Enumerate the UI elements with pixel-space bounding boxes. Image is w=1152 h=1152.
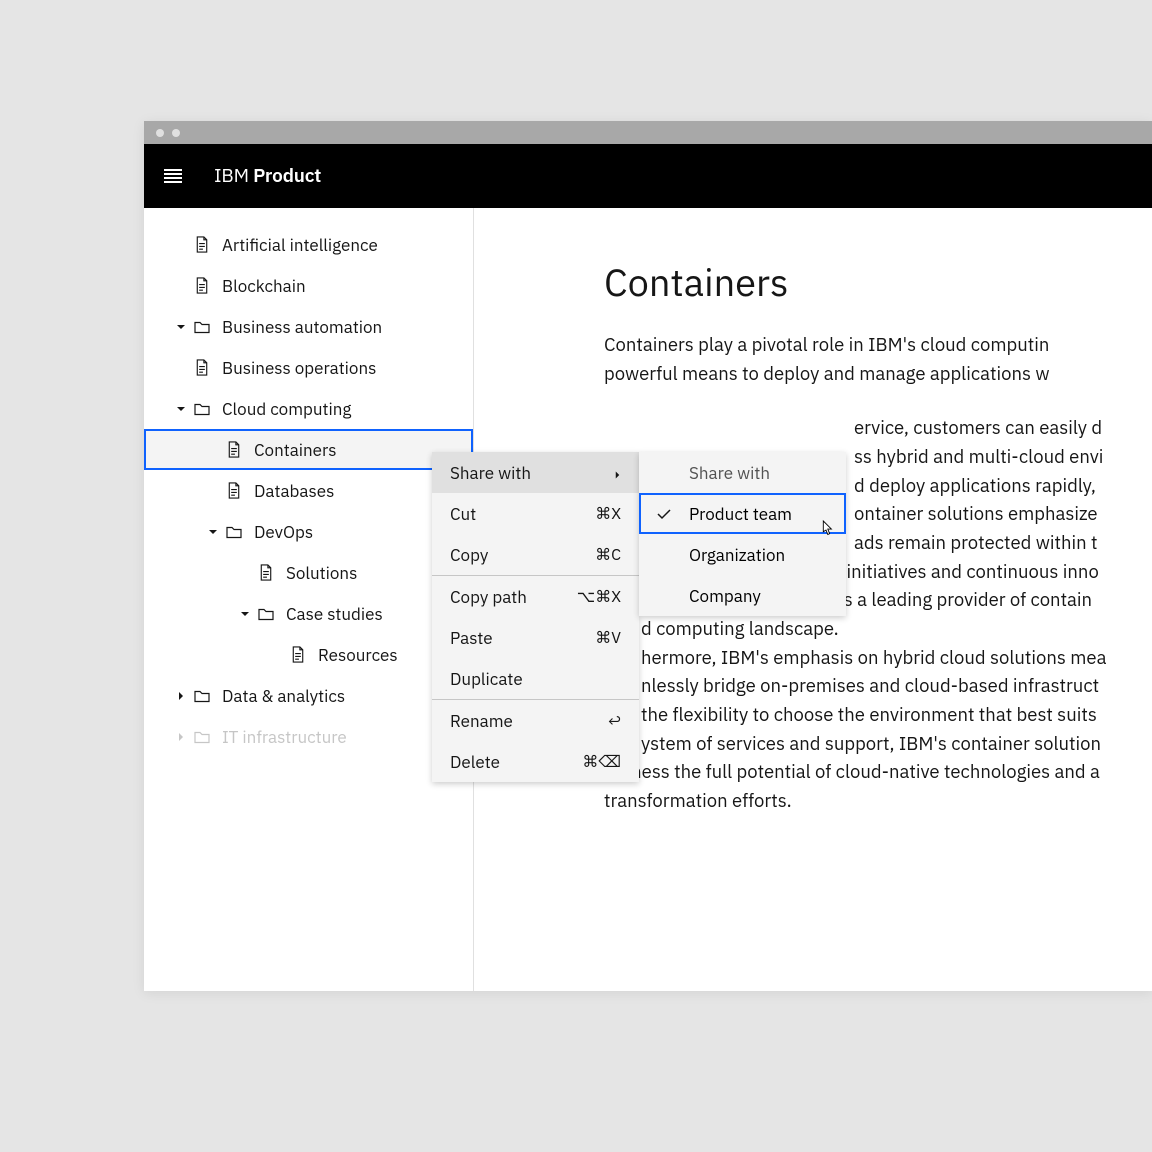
- traffic-light-close[interactable]: [156, 129, 164, 137]
- tree-item-label: DevOps: [254, 521, 313, 543]
- tree-item-label: Blockchain: [222, 275, 306, 297]
- expand-chevron-icon[interactable]: [170, 692, 192, 700]
- expand-chevron-icon[interactable]: [170, 733, 192, 741]
- keyboard-shortcut: ⌘⌫: [582, 752, 621, 772]
- file-icon: [256, 564, 276, 581]
- tree-item-label: Resources: [318, 644, 398, 666]
- submenu-item-label: Organization: [689, 544, 785, 566]
- tree-item-label: Containers: [254, 439, 337, 461]
- file-icon: [224, 482, 244, 499]
- file-icon: [224, 441, 244, 458]
- expand-chevron-icon[interactable]: [170, 405, 192, 413]
- tree-item-cloud-computing[interactable]: Cloud computing: [144, 388, 473, 429]
- file-icon: [192, 236, 212, 253]
- submenu-arrow-icon: [614, 462, 621, 484]
- menu-item-label: Copy path: [450, 586, 527, 608]
- tree-item-label: Case studies: [286, 603, 383, 625]
- body-paragraph: Containers play a pivotal role in IBM's …: [604, 331, 1152, 388]
- menu-item-share-with[interactable]: Share with: [432, 452, 639, 493]
- menu-item-label: Delete: [450, 751, 500, 773]
- menu-item-copy[interactable]: Copy ⌘C: [432, 534, 639, 575]
- app-header: IBM Product: [144, 144, 1152, 208]
- tree-item-containers[interactable]: Containers: [144, 429, 473, 470]
- folder-icon: [256, 605, 276, 622]
- submenu-item-company[interactable]: Company: [639, 575, 846, 616]
- traffic-light-minimize[interactable]: [172, 129, 180, 137]
- tree-item-label: Data & analytics: [222, 685, 345, 707]
- menu-item-label: Paste: [450, 627, 493, 649]
- tree-item-label: IT infrastructure: [222, 726, 347, 748]
- expand-chevron-icon[interactable]: [234, 610, 256, 618]
- page-title: Containers: [604, 258, 1152, 307]
- tree-item-case-studies[interactable]: Case studies: [144, 593, 473, 634]
- keyboard-shortcut: ⌘V: [595, 628, 621, 648]
- folder-icon: [192, 400, 212, 417]
- tree-item-label: Business automation: [222, 316, 382, 338]
- folder-icon: [192, 728, 212, 745]
- file-icon: [192, 277, 212, 294]
- keyboard-shortcut: ↩: [608, 711, 621, 731]
- tree-item-it-infrastructure[interactable]: IT infrastructure: [144, 716, 473, 757]
- menu-item-label: Rename: [450, 710, 513, 732]
- tree-item-label: Business operations: [222, 357, 376, 379]
- folder-icon: [224, 523, 244, 540]
- submenu-item-organization[interactable]: Organization: [639, 534, 846, 575]
- tree-item-label: Solutions: [286, 562, 357, 584]
- menu-item-label: Duplicate: [450, 668, 523, 690]
- hamburger-icon[interactable]: [164, 169, 182, 183]
- menu-item-rename[interactable]: Rename ↩: [432, 700, 639, 741]
- window-titlebar: [144, 121, 1152, 144]
- tree-item-artificial-intelligence[interactable]: Artificial intelligence: [144, 224, 473, 265]
- expand-chevron-icon[interactable]: [170, 323, 192, 331]
- file-icon: [288, 646, 308, 663]
- folder-icon: [192, 687, 212, 704]
- keyboard-shortcut: ⌥⌘X: [577, 587, 621, 607]
- menu-item-label: Copy: [450, 544, 488, 566]
- tree-item-data-analytics[interactable]: Data & analytics: [144, 675, 473, 716]
- submenu-item-product-team[interactable]: Product team: [639, 493, 846, 534]
- brand-title: IBM Product: [214, 164, 321, 188]
- share-submenu: Share with Product team Organization Compan…: [639, 452, 846, 616]
- tree-item-label: Cloud computing: [222, 398, 351, 420]
- menu-item-copy-path[interactable]: Copy path ⌥⌘X: [432, 576, 639, 617]
- tree-item-business-automation[interactable]: Business automation: [144, 306, 473, 347]
- sidebar-tree: Artificial intelligence Blockchain Busines…: [144, 208, 474, 991]
- context-menu: Share with Cut ⌘X Copy ⌘C Copy path ⌥⌘X Paste ⌘V…: [432, 452, 639, 782]
- file-icon: [192, 359, 212, 376]
- tree-item-label: Databases: [254, 480, 334, 502]
- submenu-item-label: Company: [689, 585, 761, 607]
- submenu-title: Share with: [639, 452, 846, 493]
- tree-item-business-operations[interactable]: Business operations: [144, 347, 473, 388]
- tree-item-blockchain[interactable]: Blockchain: [144, 265, 473, 306]
- folder-icon: [192, 318, 212, 335]
- keyboard-shortcut: ⌘C: [595, 545, 621, 565]
- menu-item-label: Share with: [450, 462, 531, 484]
- expand-chevron-icon[interactable]: [202, 528, 224, 536]
- menu-item-label: Cut: [450, 503, 476, 525]
- tree-item-solutions[interactable]: Solutions: [144, 552, 473, 593]
- tree-item-databases[interactable]: Databases: [144, 470, 473, 511]
- tree-item-label: Artificial intelligence: [222, 234, 378, 256]
- keyboard-shortcut: ⌘X: [595, 504, 621, 524]
- submenu-item-label: Product team: [689, 503, 792, 525]
- tree-item-devops[interactable]: DevOps: [144, 511, 473, 552]
- tree-item-resources[interactable]: Resources: [144, 634, 473, 675]
- checkmark-icon: [657, 508, 689, 520]
- menu-item-cut[interactable]: Cut ⌘X: [432, 493, 639, 534]
- menu-item-duplicate[interactable]: Duplicate: [432, 658, 639, 699]
- menu-item-delete[interactable]: Delete ⌘⌫: [432, 741, 639, 782]
- menu-item-paste[interactable]: Paste ⌘V: [432, 617, 639, 658]
